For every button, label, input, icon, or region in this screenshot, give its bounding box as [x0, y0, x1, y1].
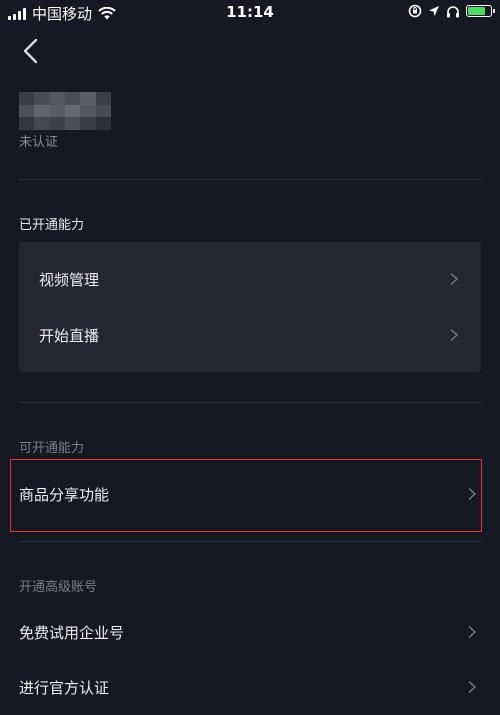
menu-item-official-verification[interactable]: 进行官方认证 — [19, 659, 481, 715]
menu-item-enterprise-trial[interactable]: 免费试用企业号 — [19, 604, 481, 660]
section-title-upgrade: 开通高级账号 — [19, 580, 98, 595]
divider — [19, 402, 481, 403]
menu-item-start-live[interactable]: 开始直播 — [19, 307, 481, 363]
enabled-capabilities-card: 视频管理 开始直播 — [19, 242, 481, 372]
verification-status: 未认证 — [19, 135, 59, 150]
orientation-lock-icon — [408, 4, 422, 18]
status-right — [408, 4, 495, 18]
menu-item-label: 免费试用企业号 — [19, 623, 125, 642]
menu-item-video-management[interactable]: 视频管理 — [19, 251, 481, 307]
chevron-right-icon — [450, 272, 459, 286]
chevron-right-icon — [468, 680, 477, 694]
section-title-enabled: 已开通能力 — [19, 218, 85, 233]
battery-icon — [466, 5, 495, 17]
status-bar: 中国移动 11:14 — [0, 0, 500, 24]
chevron-right-icon — [450, 328, 459, 342]
menu-item-label: 进行官方认证 — [19, 678, 110, 697]
highlight-box — [10, 459, 482, 532]
menu-item-label: 视频管理 — [39, 270, 100, 289]
divider — [19, 179, 481, 180]
back-arrow-icon[interactable] — [16, 36, 46, 66]
menu-item-label: 开始直播 — [39, 326, 100, 345]
section-title-available: 可开通能力 — [19, 441, 85, 456]
chevron-right-icon — [468, 625, 477, 639]
blurred-username — [19, 92, 111, 130]
location-icon — [429, 6, 439, 16]
headphones-icon — [447, 5, 459, 17]
divider — [19, 541, 481, 542]
